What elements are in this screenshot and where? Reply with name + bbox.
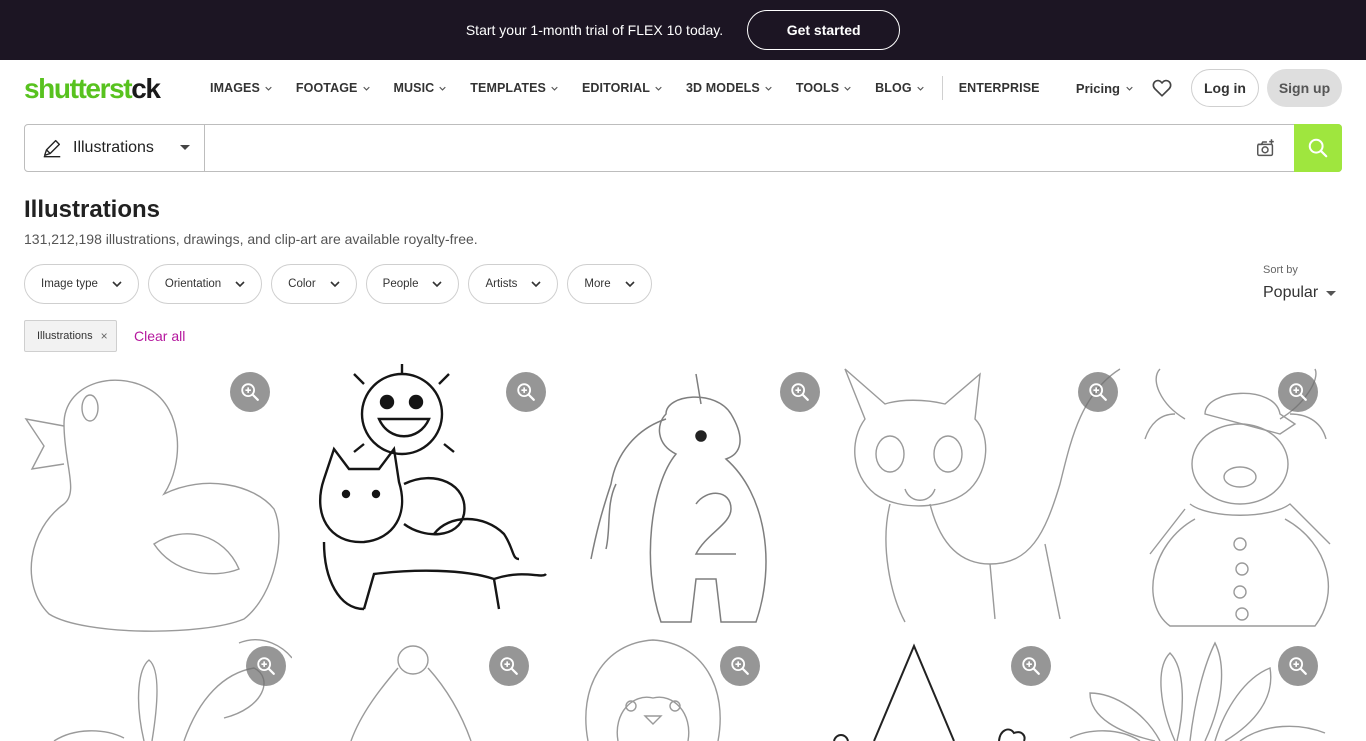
chevron-down-icon xyxy=(551,86,558,91)
chevron-down-icon xyxy=(362,86,370,91)
camera-search-icon xyxy=(1257,139,1274,157)
image-search-button[interactable] xyxy=(1238,125,1294,171)
active-filter-chip: Illustrations × xyxy=(24,320,117,352)
zoom-in-icon xyxy=(517,383,535,401)
asset-type-label: Illustrations xyxy=(73,139,154,156)
main-nav: shutterstck IMAGES FOOTAGE MUSIC TEMPLAT… xyxy=(0,60,1366,116)
result-image-kitten[interactable] xyxy=(830,364,1126,632)
asset-type-select[interactable]: Illustrations xyxy=(25,125,205,171)
sort-label: Sort by xyxy=(1263,264,1298,276)
chevron-down-icon xyxy=(265,86,272,91)
heart-icon[interactable] xyxy=(1151,77,1173,99)
caret-down-icon xyxy=(1326,290,1337,296)
clear-all-link[interactable]: Clear all xyxy=(134,328,185,344)
page-title: Illustrations xyxy=(24,196,161,223)
search-bar: Illustrations xyxy=(24,124,1342,172)
chevron-down-icon xyxy=(439,86,446,91)
pricing-menu[interactable]: Pricing xyxy=(1076,81,1133,96)
filter-artists[interactable]: Artists xyxy=(468,264,559,304)
zoom-in-icon xyxy=(241,383,259,401)
chevron-down-icon xyxy=(844,86,851,91)
zoom-in-icon xyxy=(1089,383,1107,401)
filter-more[interactable]: More xyxy=(567,264,652,304)
nav-item-music[interactable]: MUSIC xyxy=(394,81,447,95)
magnifier-icon xyxy=(1308,138,1328,158)
nav-item-editorial[interactable]: EDITORIAL xyxy=(582,81,662,95)
zoom-button[interactable] xyxy=(246,646,286,686)
nav-item-3d-models[interactable]: 3D MODELS xyxy=(686,81,772,95)
result-image-monster-cats[interactable] xyxy=(284,364,552,632)
get-started-button[interactable]: Get started xyxy=(747,10,901,50)
nav-item-footage[interactable]: FOOTAGE xyxy=(296,81,370,95)
chevron-down-icon xyxy=(235,280,245,287)
results-count-text: 131,212,198 illustrations, drawings, and… xyxy=(24,231,478,247)
nav-divider xyxy=(941,76,943,100)
zoom-in-icon xyxy=(500,657,518,675)
result-image-reindeer-snowman[interactable] xyxy=(1130,364,1342,632)
zoom-in-icon xyxy=(731,657,749,675)
zoom-button[interactable] xyxy=(1278,372,1318,412)
nav-item-images[interactable]: IMAGES xyxy=(210,81,272,95)
zoom-in-icon xyxy=(1289,657,1307,675)
zoom-button[interactable] xyxy=(230,372,270,412)
zoom-button[interactable] xyxy=(720,646,760,686)
filter-color[interactable]: Color xyxy=(271,264,357,304)
nav-item-blog[interactable]: BLOG xyxy=(875,81,924,95)
filter-image-type[interactable]: Image type xyxy=(24,264,139,304)
chevron-down-icon xyxy=(765,86,772,91)
chevron-down-icon xyxy=(112,280,122,287)
chevron-down-icon xyxy=(531,280,541,287)
zoom-button[interactable] xyxy=(489,646,529,686)
result-image-gnome[interactable] xyxy=(774,638,1061,741)
result-image-santa-hat[interactable] xyxy=(296,638,539,741)
nav-item-tools[interactable]: TOOLS xyxy=(796,81,851,95)
result-image-duck[interactable] xyxy=(24,364,280,632)
sort-control[interactable]: Sort by Popular xyxy=(1263,264,1337,302)
promo-banner: Start your 1-month trial of FLEX 10 toda… xyxy=(0,0,1366,60)
zoom-in-icon xyxy=(791,383,809,401)
caret-down-icon xyxy=(180,145,190,150)
chevron-down-icon xyxy=(330,280,340,287)
promo-text: Start your 1-month trial of FLEX 10 toda… xyxy=(465,22,724,38)
search-input[interactable] xyxy=(205,125,1238,171)
chevron-down-icon xyxy=(916,86,924,91)
zoom-in-icon xyxy=(257,657,275,675)
login-button[interactable]: Log in xyxy=(1191,69,1259,107)
remove-chip-icon[interactable]: × xyxy=(101,329,108,343)
zoom-button[interactable] xyxy=(1011,646,1051,686)
nav-menu: IMAGES FOOTAGE MUSIC TEMPLATES EDITORIAL… xyxy=(210,60,1064,116)
nav-account: Pricing Log in Sign up xyxy=(1076,60,1342,116)
zoom-in-icon xyxy=(1289,383,1307,401)
pen-icon xyxy=(43,139,61,158)
result-image-plant[interactable] xyxy=(24,638,292,741)
chevron-down-icon xyxy=(655,86,662,91)
chevron-down-icon xyxy=(1126,86,1133,91)
nav-item-templates[interactable]: TEMPLATES xyxy=(470,81,558,95)
result-image-flower[interactable] xyxy=(1065,638,1342,741)
chevron-down-icon xyxy=(625,280,635,287)
filter-people[interactable]: People xyxy=(365,264,460,304)
zoom-button[interactable] xyxy=(506,372,546,412)
sort-select[interactable]: Popular xyxy=(1263,284,1337,302)
result-image-unicorn[interactable] xyxy=(556,364,826,632)
chevron-down-icon xyxy=(432,280,443,287)
filter-bar: Image type Orientation Color People Arti… xyxy=(24,264,661,304)
zoom-button[interactable] xyxy=(780,372,820,412)
nav-item-enterprise[interactable]: ENTERPRISE xyxy=(959,81,1040,95)
zoom-in-icon xyxy=(1022,657,1040,675)
shutterstock-logo[interactable]: shutterstck xyxy=(24,74,161,104)
signup-button[interactable]: Sign up xyxy=(1267,69,1342,107)
search-button[interactable] xyxy=(1294,124,1342,172)
result-image-penguin[interactable] xyxy=(543,638,770,741)
filter-orientation[interactable]: Orientation xyxy=(147,264,263,304)
zoom-button[interactable] xyxy=(1278,646,1318,686)
zoom-button[interactable] xyxy=(1078,372,1118,412)
